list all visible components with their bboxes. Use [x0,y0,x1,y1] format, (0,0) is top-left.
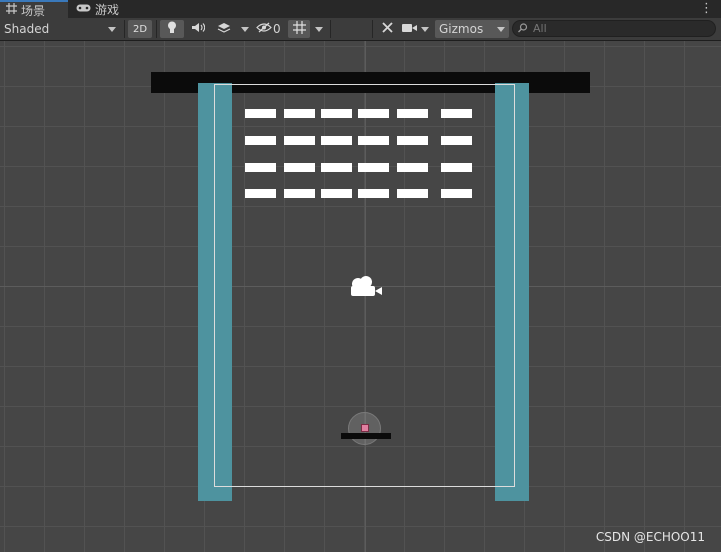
wrench-screwdriver-icon [381,21,394,37]
brick[interactable] [441,136,472,145]
hidden-count: 0 [273,22,281,36]
chevron-down-icon [108,26,116,32]
eye-slash-icon [256,22,272,36]
draw-mode-dropdown[interactable]: Shaded [4,20,120,38]
brick[interactable] [441,109,472,118]
divider [372,20,373,38]
lightbulb-icon [167,21,177,37]
brick[interactable] [397,163,428,172]
ball[interactable] [361,424,369,432]
video-camera-icon [402,22,417,36]
brick[interactable] [321,136,352,145]
brick[interactable] [358,136,389,145]
tab-scene-label: 场景 [21,3,46,18]
scene-viewport[interactable]: CSDN @ECHOO11 [0,41,721,552]
brick[interactable] [397,189,428,198]
brick[interactable] [245,136,276,145]
effects-dropdown[interactable] [238,20,252,38]
draw-mode-label: Shaded [4,22,50,36]
lighting-toggle-button[interactable] [160,20,184,38]
brick[interactable] [358,109,389,118]
gamepad-icon [76,2,91,16]
brick[interactable] [284,109,315,118]
tab-bar: 场景 游戏 ⋮ [0,0,721,18]
tab-scene[interactable]: 场景 [0,0,68,18]
scene-toolbar: Shaded 2D 0 Gizmos All [0,18,721,41]
brick[interactable] [321,189,352,198]
brick[interactable] [358,189,389,198]
divider [156,20,157,38]
grid-snap-icon [292,21,306,37]
brick[interactable] [284,163,315,172]
grid-snap-toggle-button[interactable] [288,20,310,38]
chevron-down-icon [315,26,323,32]
brick[interactable] [284,136,315,145]
brick[interactable] [245,189,276,198]
tab-game[interactable]: 游戏 [70,0,126,18]
grid-icon [6,3,17,17]
brick[interactable] [358,163,389,172]
speaker-icon [191,22,206,36]
brick[interactable] [245,109,276,118]
effects-toggle-button[interactable] [212,20,236,38]
hidden-objects-toggle[interactable]: 0 [256,20,284,38]
camera-dropdown[interactable] [402,20,432,38]
brick[interactable] [441,163,472,172]
grid-dropdown[interactable] [312,20,326,38]
brick[interactable] [321,109,352,118]
brick[interactable] [397,136,428,145]
gizmos-label: Gizmos [439,22,484,36]
tab-game-label: 游戏 [95,2,120,17]
gizmos-dropdown[interactable]: Gizmos [435,20,509,38]
2d-toggle-label: 2D [132,23,148,35]
chevron-down-icon [497,26,505,32]
paddle[interactable] [341,433,391,439]
chevron-down-icon [421,26,429,32]
hierarchy-search[interactable] [512,20,716,37]
chevron-down-icon [241,26,249,32]
layers-effects-icon [217,22,231,37]
brick[interactable] [245,163,276,172]
divider [124,20,125,38]
watermark: CSDN @ECHOO11 [595,530,705,544]
audio-toggle-button[interactable] [186,20,210,38]
brick[interactable] [284,189,315,198]
brick[interactable] [441,189,472,198]
more-options-icon[interactable]: ⋮ [700,1,713,17]
brick[interactable] [321,163,352,172]
search-input[interactable] [533,22,703,35]
search-icon [517,22,529,36]
divider [330,20,331,38]
camera-gizmo-icon[interactable] [349,274,383,301]
2d-toggle-button[interactable]: 2D [128,20,152,38]
brick[interactable] [397,109,428,118]
tools-button[interactable] [376,20,398,38]
